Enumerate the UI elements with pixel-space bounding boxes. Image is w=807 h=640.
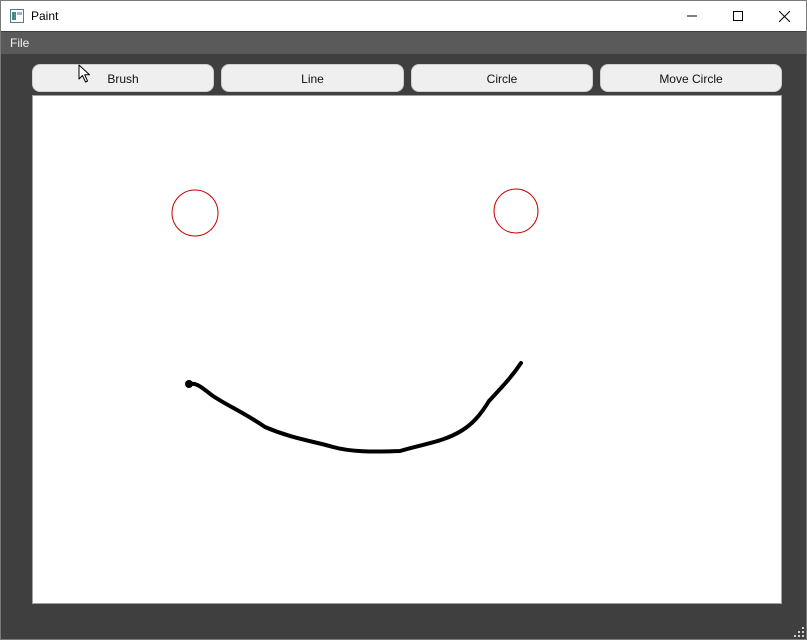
brush-start-dot [185,380,193,388]
menu-bar: File [1,32,806,54]
canvas-drawing [171,188,539,454]
maximize-button[interactable] [715,1,761,31]
smile-brush-stroke [186,361,523,454]
menu-file[interactable]: File [10,36,29,50]
window-title: Paint [31,9,59,23]
paint-app-icon [10,9,24,23]
circle-button[interactable]: Circle [411,64,593,92]
brush-button[interactable]: Brush [32,64,214,92]
minimize-button[interactable] [669,1,715,31]
mouse-cursor-icon [78,64,90,83]
close-button[interactable] [761,1,807,31]
title-bar[interactable]: Paint [1,1,806,31]
maximize-icon [733,11,743,21]
drawing-canvas[interactable] [32,95,782,604]
close-icon [778,10,790,22]
right-red-circle[interactable] [493,188,539,234]
line-button[interactable]: Line [221,64,404,92]
paint-window: Paint File Brush Line Circle Move Circle [0,0,807,640]
left-red-circle[interactable] [171,189,219,237]
resize-grip-icon[interactable] [793,626,805,638]
move-circle-button[interactable]: Move Circle [600,64,782,92]
minimize-icon [687,15,697,17]
